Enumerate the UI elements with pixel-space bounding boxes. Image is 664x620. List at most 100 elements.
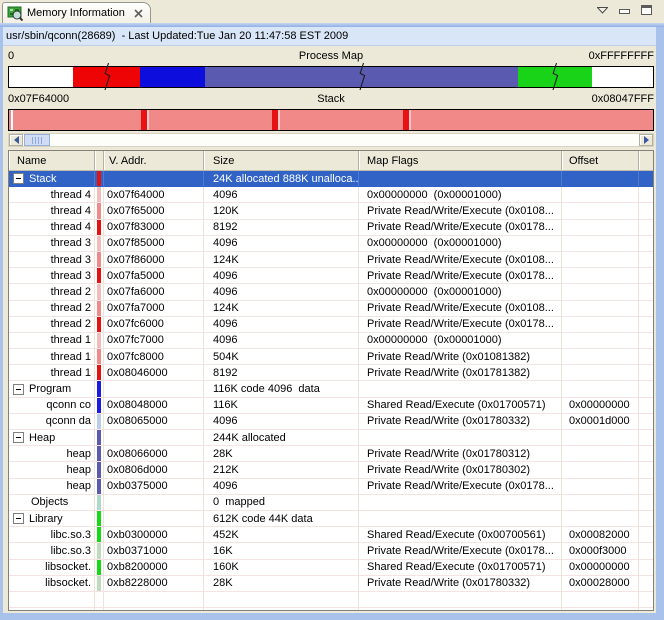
scroll-left-button[interactable] (9, 134, 23, 146)
cell-vaddr: 0x07fa5000 (104, 268, 204, 283)
minimize-icon[interactable] (619, 6, 630, 16)
cell-filler (639, 333, 653, 348)
cell-name: heap (9, 479, 95, 494)
table-row[interactable]: thread 30x07f86000124KPrivate Read/Write… (9, 252, 653, 268)
cell-vaddr (104, 608, 204, 610)
table-row[interactable]: Objects0 mapped (9, 495, 653, 511)
memory-type-stripe (97, 349, 101, 364)
cell-name: thread 2 (9, 284, 95, 299)
cell-offset (562, 333, 639, 348)
table-row[interactable]: thread 20x07fa600040960x00000000 (0x0000… (9, 284, 653, 300)
column-header-vaddr[interactable]: V. Addr. (104, 151, 204, 170)
cell-color-indicator (95, 301, 104, 316)
cell-filler (639, 252, 653, 267)
cell-size: 612K code 44K data (204, 511, 359, 526)
table-row[interactable]: libsocket.0xb822800028KPrivate Read/Writ… (9, 576, 653, 592)
stack-map-bar[interactable] (8, 109, 654, 131)
close-icon[interactable] (134, 9, 143, 18)
memory-type-stripe (97, 284, 101, 299)
process-map-segment (518, 67, 592, 87)
table-row[interactable]: libc.so.30xb037100016KPrivate Read/Write… (9, 543, 653, 559)
table-row[interactable]: thread 10x07fc8000504KPrivate Read/Write… (9, 349, 653, 365)
memory-type-stripe (97, 252, 101, 267)
cell-offset (562, 220, 639, 235)
cell-offset (562, 349, 639, 364)
process-map-bar[interactable] (8, 66, 654, 88)
column-header-flags[interactable]: Map Flags (359, 151, 562, 170)
table-row[interactable]: qconn da0x080650004096Private Read/Write… (9, 414, 653, 430)
table-row[interactable]: thread 40x07f830008192Private Read/Write… (9, 220, 653, 236)
table-body: Stack24K allocated 888K unalloca...threa… (9, 171, 653, 610)
table-row[interactable]: libc.so.30xb0300000452KShared Read/Execu… (9, 527, 653, 543)
cell-filler (639, 349, 653, 364)
scrollbar-thumb[interactable] (24, 134, 50, 146)
memory-information-view: Memory Information usr/sbin/qconn(28689)… (0, 0, 664, 620)
table-row[interactable]: libsocket.0xb8200000160KShared Read/Exec… (9, 560, 653, 576)
maximize-icon[interactable] (641, 5, 652, 16)
cell-flags: 0x00000000 (0x00001000) (359, 187, 562, 202)
stack-bar-left-sliver (11, 110, 13, 130)
table-row[interactable]: thread 40x07f65000120KPrivate Read/Write… (9, 203, 653, 219)
cell-color-indicator (95, 398, 104, 413)
cell-filler (639, 430, 653, 445)
cell-color-indicator (95, 527, 104, 542)
cell-size: 28K (204, 446, 359, 461)
cell-color-indicator (95, 220, 104, 235)
cell-vaddr: 0xb0371000 (104, 543, 204, 558)
cell-offset (562, 592, 639, 607)
collapse-icon[interactable] (13, 432, 24, 443)
cell-flags: Private Read/Write/Execute (0x0178... (359, 479, 562, 494)
tab-memory-information[interactable]: Memory Information (2, 2, 151, 23)
cell-name: thread 3 (9, 236, 95, 251)
memory-type-stripe (97, 268, 101, 283)
cell-name: Stack (9, 171, 95, 186)
horizontal-scrollbar[interactable] (8, 133, 654, 147)
table-row[interactable]: Stack24K allocated 888K unalloca... (9, 171, 653, 187)
process-map-title: Process Map (8, 50, 654, 62)
table-row[interactable]: thread 10x080460008192Private Read/Write… (9, 365, 653, 381)
table-row[interactable]: thread 40x07f6400040960x00000000 (0x0000… (9, 187, 653, 203)
cell-color-indicator (95, 414, 104, 429)
column-header-name[interactable]: Name (9, 151, 95, 170)
table-row[interactable]: thread 30x07fa50004096Private Read/Write… (9, 268, 653, 284)
row-label: Heap (29, 432, 55, 444)
stack-end-address: 0x08047FFF (592, 93, 654, 105)
table-row[interactable]: heap0x0806600028KPrivate Read/Write (0x0… (9, 446, 653, 462)
cell-flags: Private Read/Write/Execute (0x0108... (359, 203, 562, 218)
column-header-size[interactable]: Size (204, 151, 359, 170)
cell-filler (639, 560, 653, 575)
table-row[interactable]: qconn co0x08048000116KShared Read/Execut… (9, 398, 653, 414)
cell-filler (639, 187, 653, 202)
table-row[interactable]: heap0x0806d000212KPrivate Read/Write (0x… (9, 462, 653, 478)
cell-color-indicator (95, 365, 104, 380)
cell-flags: Shared Read/Execute (0x01700571) (359, 398, 562, 413)
tab-title: Memory Information (27, 7, 125, 19)
cell-color-indicator (95, 317, 104, 332)
cell-size: 452K (204, 527, 359, 542)
cell-vaddr: 0x08048000 (104, 398, 204, 413)
table-row[interactable]: thread 30x07f8500040960x00000000 (0x0000… (9, 236, 653, 252)
table-row[interactable]: Library612K code 44K data (9, 511, 653, 527)
cell-filler (639, 268, 653, 283)
view-menu-icon[interactable] (597, 7, 608, 14)
table-row[interactable]: thread 20x07fc60004096Private Read/Write… (9, 317, 653, 333)
cell-color-indicator (95, 187, 104, 202)
collapse-icon[interactable] (13, 173, 24, 184)
cell-color-indicator (95, 462, 104, 477)
cell-flags: Private Read/Write (0x01780302) (359, 462, 562, 477)
memory-type-stripe (97, 430, 101, 445)
column-header-offset[interactable]: Offset (562, 151, 639, 170)
cell-filler (639, 381, 653, 396)
collapse-icon[interactable] (13, 513, 24, 524)
table-row[interactable]: Program116K code 4096 data (9, 381, 653, 397)
table-row[interactable]: thread 20x07fa7000124KPrivate Read/Write… (9, 301, 653, 317)
collapse-icon[interactable] (13, 384, 24, 395)
table-row[interactable]: thread 10x07fc700040960x00000000 (0x0000… (9, 333, 653, 349)
cell-flags: Private Read/Write/Execute (0x0178... (359, 220, 562, 235)
scroll-right-button[interactable] (639, 134, 653, 146)
row-label: Objects (31, 496, 68, 508)
table-row[interactable]: heap0xb03750004096Private Read/Write/Exe… (9, 479, 653, 495)
memory-type-stripe (97, 187, 101, 202)
cell-size: 4096 (204, 317, 359, 332)
table-row[interactable]: Heap244K allocated (9, 430, 653, 446)
